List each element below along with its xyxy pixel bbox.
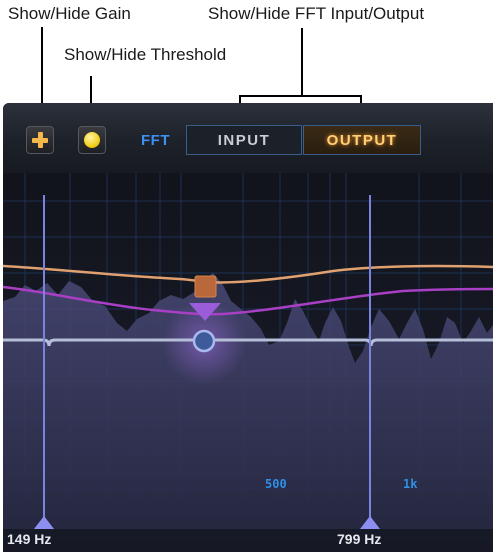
graph-toolbar: FFT INPUT OUTPUT (3, 103, 493, 174)
frequency-graph[interactable]: 500 1k 149 Hz 799 Hz (3, 173, 493, 552)
eq-plugin-panel: FFT INPUT OUTPUT 500 1k 149 Hz 799 Hz (3, 103, 493, 552)
graph-svg (3, 173, 493, 552)
band-low-frequency: 149 Hz (7, 531, 52, 547)
show-hide-gain-callout: Show/Hide Gain (8, 4, 131, 23)
freq-label-500: 500 (265, 477, 287, 491)
show-hide-fft-callout: Show/Hide FFT Input/Output (208, 4, 425, 23)
fft-callout-line (301, 28, 303, 96)
detector-node (192, 329, 216, 353)
fft-input-button[interactable]: INPUT (186, 125, 302, 155)
gain-handle (194, 275, 217, 298)
freq-label-1k: 1k (403, 477, 418, 491)
circle-icon (84, 132, 100, 148)
band-label-strip (3, 529, 493, 552)
fft-callout-bracket (239, 95, 362, 97)
fft-output-button[interactable]: OUTPUT (303, 125, 421, 155)
show-hide-threshold-button[interactable] (78, 126, 106, 154)
show-hide-threshold-callout: Show/Hide Threshold (64, 45, 227, 64)
band-high-frequency: 799 Hz (337, 531, 382, 547)
show-hide-gain-button[interactable] (26, 126, 54, 154)
fft-label: FFT (141, 132, 170, 149)
